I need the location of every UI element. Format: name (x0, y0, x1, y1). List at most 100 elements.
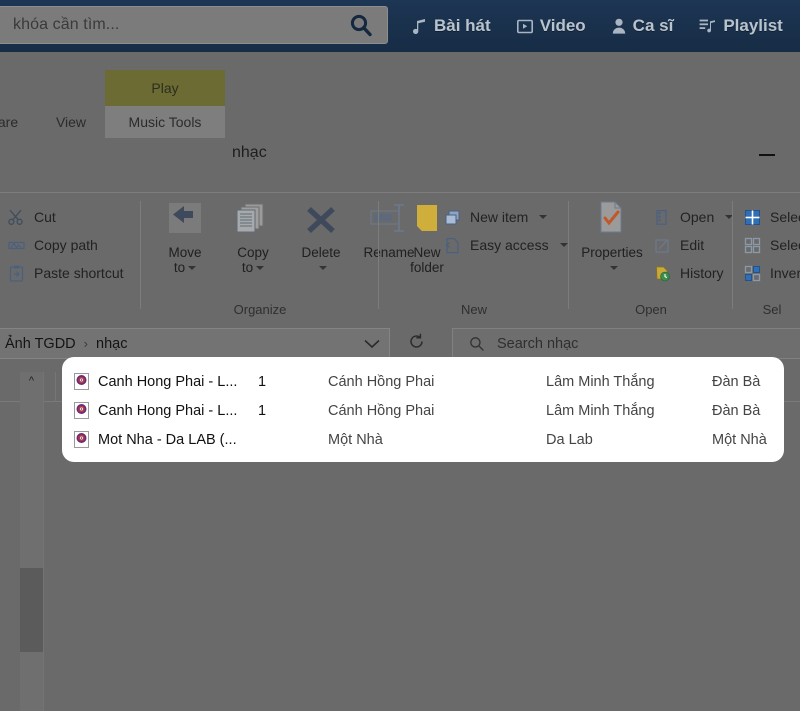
highlighted-file-rows: Canh Hong Phai - L... 1 Cánh Hồng Phai L… (62, 357, 784, 462)
ribbon-group-clipboard: Cut Copy path Paste shortcut (0, 193, 138, 321)
table-row[interactable]: Mot Nha - Da LAB (... Một Nhà Da Lab Một… (62, 425, 784, 454)
explorer-search-box[interactable]: Search nhạc (452, 328, 800, 359)
row-name-cell[interactable]: Canh Hong Phai - L... (74, 367, 254, 396)
open-label: Open (680, 209, 715, 225)
delete-icon (299, 199, 343, 243)
row-num-cell (258, 425, 298, 454)
table-row[interactable]: Canh Hong Phai - L... 1 Cánh Hồng Phai L… (62, 367, 784, 396)
new-folder-label: New folder (410, 245, 444, 275)
row-num-cell: 1 (258, 402, 267, 419)
copy-path-button[interactable]: Copy path (6, 231, 124, 259)
invert-selection-button[interactable]: Invert (742, 259, 800, 287)
site-nav-item-bai-hat[interactable]: Bài hát (412, 16, 491, 36)
site-nav-label: Ca sĩ (632, 16, 674, 35)
video-icon (516, 19, 533, 34)
row-name-cell[interactable]: Canh Hong Phai - L... (74, 396, 254, 425)
site-nav-label: Playlist (723, 16, 783, 35)
site-nav-item-playlist[interactable]: Playlist (699, 16, 783, 36)
breadcrumb-item-anh-tgdd[interactable]: Ảnh TGDD (5, 336, 76, 352)
copy-to-button[interactable]: Copy to (222, 199, 284, 275)
row-name-cell[interactable]: Mot Nha - Da LAB (... (74, 425, 254, 454)
history-label: History (680, 265, 724, 281)
breadcrumb[interactable]: Ảnh TGDD › nhạc (0, 336, 355, 352)
move-to-label: Move to (168, 245, 202, 275)
row-artists-cell: Lâm Minh Thắng (546, 402, 655, 419)
row-album-cell: Đàn Bà (712, 402, 761, 419)
minimize-button[interactable] (744, 138, 790, 172)
easy-access-icon (442, 235, 462, 255)
easy-access-button[interactable]: Easy access (442, 231, 568, 259)
site-search-input[interactable]: khóa cần tìm... (0, 16, 335, 34)
history-icon (652, 263, 672, 283)
select-none-icon (742, 235, 762, 255)
window-title: nhạc (232, 144, 267, 161)
open-icon (652, 207, 672, 227)
ribbon-group-label-clipboard: d (0, 302, 134, 317)
delete-button[interactable]: Delete (290, 199, 352, 275)
breadcrumb-item-nhac[interactable]: nhạc (96, 336, 127, 352)
tab-play[interactable]: Play (105, 70, 225, 106)
media-file-icon (74, 431, 89, 448)
person-icon (612, 18, 626, 34)
cut-button[interactable]: Cut (6, 203, 124, 231)
select-all-button[interactable]: Select (742, 203, 800, 231)
site-nav-item-video[interactable]: Video (516, 16, 586, 36)
select-all-label: Select (770, 209, 800, 225)
pane-divider (43, 372, 44, 711)
vertical-scrollbar[interactable]: ^ (20, 372, 43, 711)
site-nav-links: Bài hát Video Ca sĩ Playlist (412, 0, 783, 52)
row-title-cell: Một Nhà (328, 431, 383, 448)
playlist-icon (699, 18, 716, 34)
row-name-text: Mot Nha - Da LAB (... (98, 431, 237, 448)
copy-to-icon (231, 199, 275, 243)
tab-view[interactable]: View (40, 106, 102, 138)
scrollbar-thumb[interactable] (20, 568, 43, 652)
screen: khóa cần tìm... Bài hát Video Ca sĩ Play… (0, 0, 800, 711)
row-name-text: Canh Hong Phai - L... (98, 402, 238, 419)
properties-button[interactable]: Properties (574, 199, 650, 275)
easy-access-label: Easy access (470, 237, 549, 253)
chevron-down-icon[interactable] (355, 339, 389, 349)
select-none-label: Select (770, 237, 800, 253)
select-none-button[interactable]: Select (742, 231, 800, 259)
site-nav-item-ca-si[interactable]: Ca sĩ (612, 16, 674, 36)
new-item-label: New item (470, 209, 529, 225)
scissors-icon (6, 207, 26, 227)
row-album-cell: Đàn Bà (712, 373, 761, 390)
move-to-button[interactable]: Move to (154, 199, 216, 275)
ribbon-group-select: Select Select Invert S (732, 193, 800, 321)
copy-path-label: Copy path (34, 237, 98, 253)
refresh-button[interactable] (396, 328, 436, 359)
copy-path-icon (6, 235, 26, 255)
media-file-icon (74, 402, 89, 419)
ribbon-tab-strip: are View Play Music Tools nhạc (0, 62, 800, 161)
row-num-cell: 1 (258, 373, 267, 390)
site-search-box[interactable]: khóa cần tìm... (0, 6, 388, 44)
ribbon-group-label-open: Open (635, 302, 667, 317)
history-button[interactable]: History (652, 259, 733, 287)
delete-label: Delete (301, 245, 341, 275)
contextual-tab-group-music-tools: Music Tools (105, 106, 225, 138)
edit-button[interactable]: Edit (652, 231, 733, 259)
open-button[interactable]: Open (652, 203, 734, 231)
row-artists-cell: Lâm Minh Thắng (546, 373, 655, 390)
new-item-button[interactable]: New item (442, 203, 568, 231)
minimize-icon (759, 154, 775, 156)
scroll-up-icon[interactable]: ^ (20, 372, 43, 390)
ribbon-group-label-new: New (460, 302, 487, 317)
row-artists-cell: Da Lab (546, 431, 593, 448)
properties-icon (590, 199, 634, 243)
paste-shortcut-button[interactable]: Paste shortcut (6, 259, 124, 287)
ribbon-group-organize: Move to Copy to Delete Rename Organize (140, 193, 415, 321)
address-bar[interactable]: Ảnh TGDD › nhạc (0, 328, 390, 359)
move-to-icon (163, 199, 207, 243)
search-icon[interactable] (335, 7, 387, 43)
tab-share[interactable]: are (0, 106, 32, 138)
site-nav-label: Video (539, 16, 586, 35)
ribbon: Cut Copy path Paste shortcut Move to Cop… (0, 192, 800, 320)
row-name-text: Canh Hong Phai - L... (98, 373, 238, 390)
music-note-icon (412, 18, 427, 34)
table-row[interactable]: Canh Hong Phai - L... 1 Cánh Hồng Phai L… (62, 396, 784, 425)
edit-icon (652, 235, 672, 255)
cut-label: Cut (34, 209, 56, 225)
